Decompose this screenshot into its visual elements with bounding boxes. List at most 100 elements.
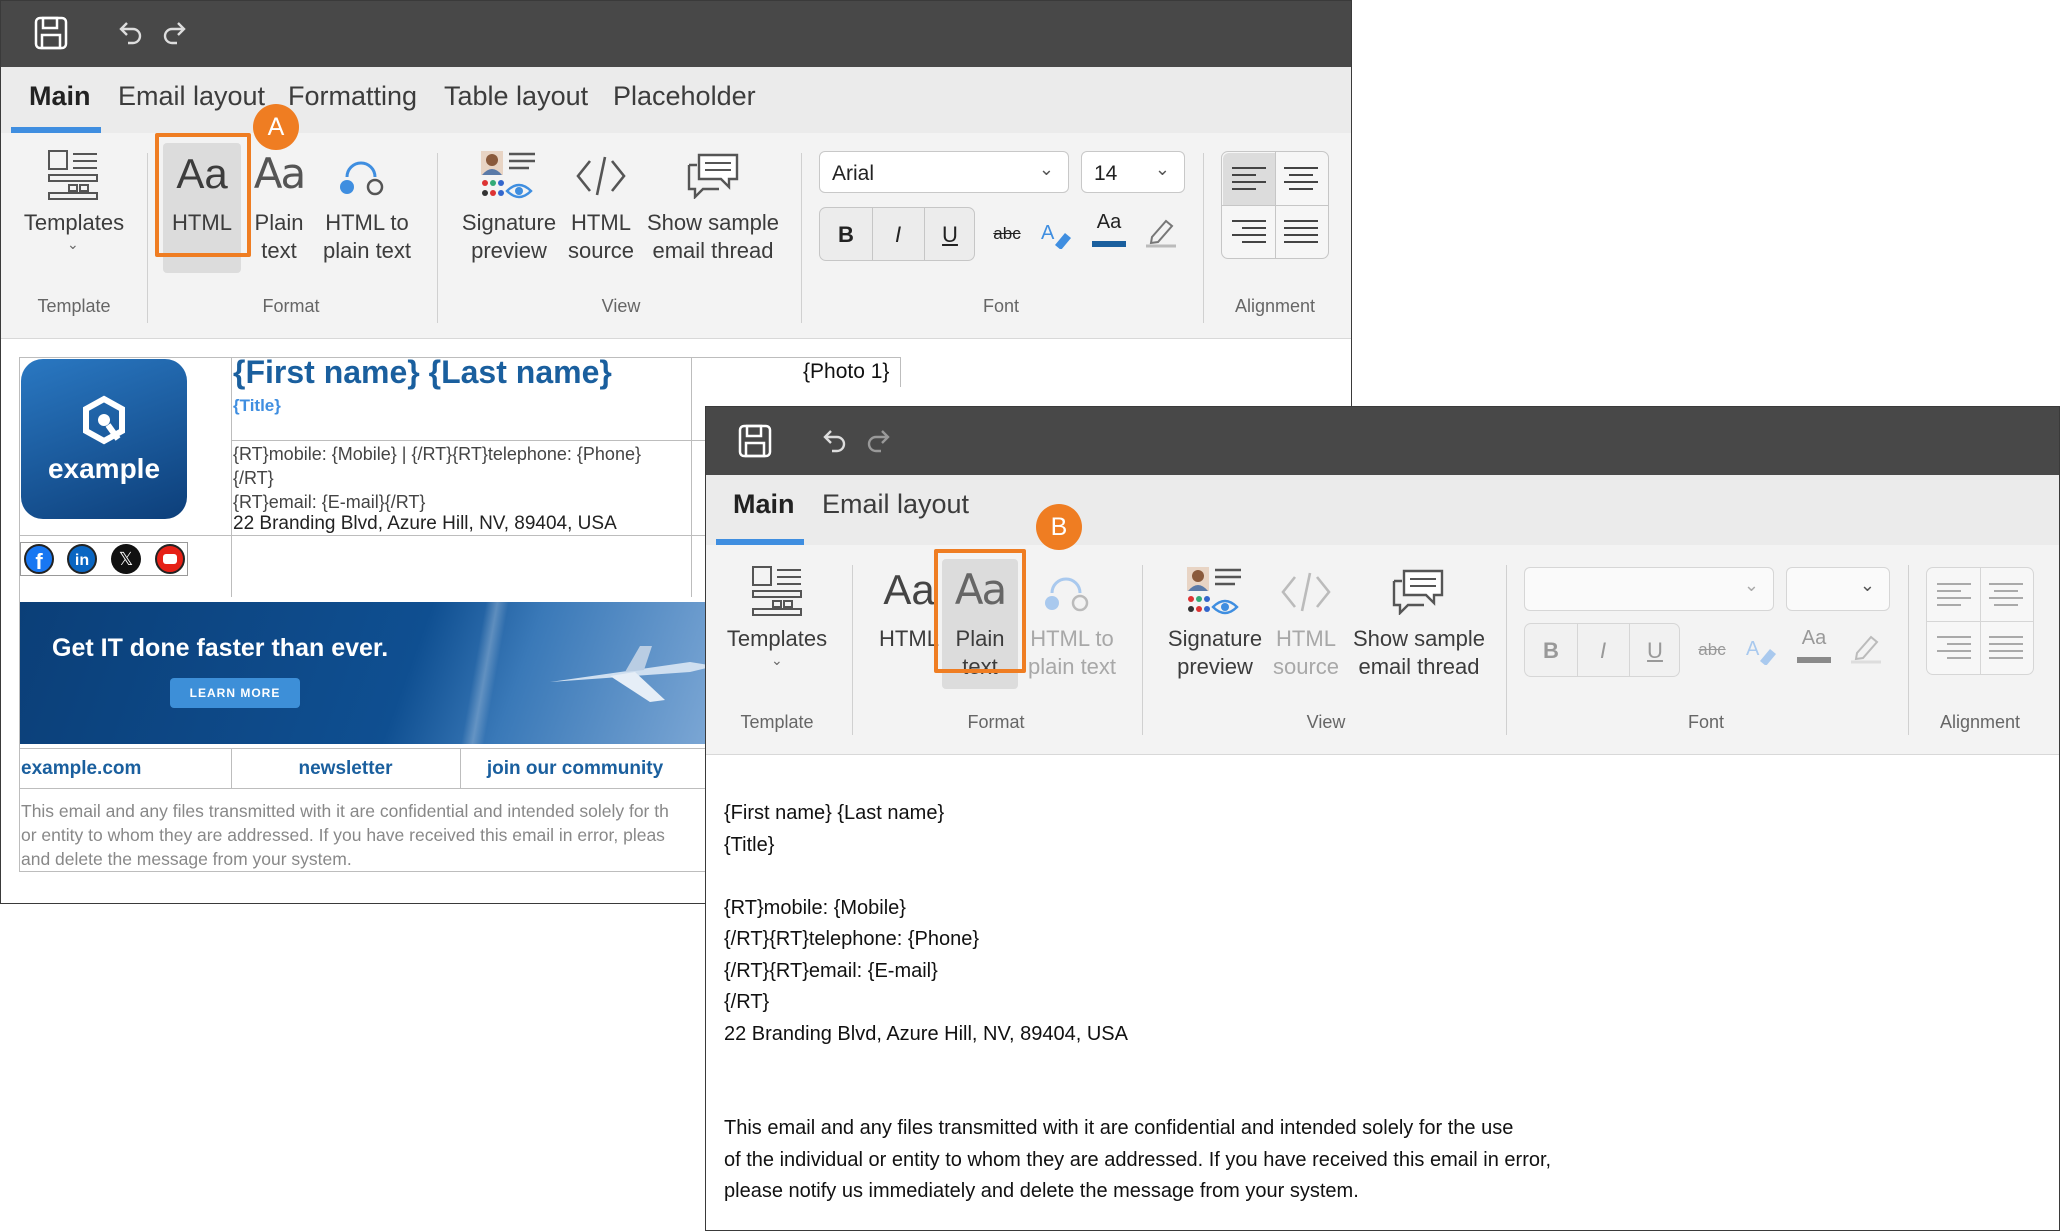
save-icon[interactable] (737, 423, 773, 459)
facebook-icon[interactable]: f (24, 544, 54, 574)
svg-text:A: A (1746, 638, 1760, 660)
tab-table-layout[interactable]: Table layout (444, 67, 588, 133)
sample-thread-label-line2[interactable]: email thread (1351, 653, 1487, 681)
sample-thread-label-line2[interactable]: email thread (646, 237, 780, 265)
plain-line (724, 861, 1551, 893)
undo-icon[interactable] (116, 19, 144, 47)
youtube-icon[interactable] (155, 544, 185, 574)
group-label-font: Font (1687, 712, 1725, 732)
group-label-view: View (1306, 712, 1346, 732)
title-bar (706, 407, 2059, 475)
email-thread-icon[interactable] (685, 151, 741, 199)
callout-badge-a: A (253, 104, 299, 150)
font-family-dropdown[interactable]: Arial ⌄ (819, 151, 1069, 193)
rt-close-line: {/RT} (233, 468, 274, 488)
clear-format-icon: A (1746, 638, 1776, 665)
plain-line: This email and any files transmitted wit… (724, 1117, 1514, 1139)
convert-html-to-plain-icon (1045, 577, 1089, 612)
community-link[interactable]: join our community (460, 758, 690, 780)
sample-thread-label-line1[interactable]: Show sample (646, 209, 780, 237)
font-size-dropdown: ⌄ (1786, 567, 1890, 611)
italic-button[interactable]: I (872, 208, 924, 262)
bold-button: B (1543, 638, 1559, 663)
align-center-icon (1989, 583, 2023, 606)
alignment-grid (1926, 567, 2034, 675)
strikethrough-button[interactable]: abc (987, 207, 1027, 261)
italic-button: I (1599, 638, 1607, 663)
website-link[interactable]: example.com (21, 758, 141, 780)
font-color-swatch (1797, 657, 1831, 663)
tab-main[interactable]: Main (733, 475, 795, 545)
photo-placeholder: {Photo 1} (803, 360, 890, 383)
html-aa-icon[interactable]: Aa (878, 565, 940, 615)
group-label-format: Format (262, 296, 320, 316)
highlight-box-b (934, 549, 1026, 673)
underline-button[interactable]: U (924, 208, 976, 262)
chevron-down-icon: ⌄ (1038, 159, 1054, 179)
font-color-button: Aa (1801, 627, 1827, 649)
logo-text: example (47, 453, 161, 484)
plain-text-label-line1[interactable]: Plain (244, 209, 314, 237)
clear-format-icon[interactable]: A (1039, 219, 1073, 249)
convert-html-to-plain-icon[interactable] (337, 153, 387, 199)
align-right-icon[interactable] (1232, 219, 1266, 245)
group-label-alignment: Alignment (1234, 296, 1316, 316)
chevron-down-icon: ⌄ (67, 236, 79, 252)
plain-line (724, 1082, 1551, 1114)
newsletter-link[interactable]: newsletter (231, 758, 460, 780)
tab-email-layout[interactable]: Email layout (822, 475, 969, 545)
html-format-label[interactable]: HTML (878, 625, 940, 653)
plain-text-editor[interactable]: {First name} {Last name} {Title} {RT}mob… (706, 756, 2059, 1230)
ribbon-tabs: Main Email layout Formatting Table layou… (1, 67, 1351, 133)
banner-headline: Get IT done faster than ever. (52, 634, 389, 662)
signature-preview-label-line2[interactable]: preview (1162, 653, 1268, 681)
font-size-dropdown[interactable]: 14 ⌄ (1081, 151, 1185, 193)
signature-preview-icon[interactable] (479, 149, 537, 203)
group-label-template: Template (740, 712, 814, 732)
ribbon: Templates ⌄ Template Aa HTML Aa Plain te… (706, 545, 2059, 755)
templates-icon[interactable] (751, 565, 803, 617)
templates-label[interactable]: Templates (724, 625, 830, 653)
signature-preview-label-line1[interactable]: Signature (456, 209, 562, 237)
bold-button[interactable]: B (820, 208, 872, 262)
align-left-icon[interactable] (1232, 166, 1266, 192)
signature-preview-icon[interactable] (1185, 565, 1243, 619)
undo-icon[interactable] (820, 427, 848, 455)
align-justify-icon[interactable] (1284, 219, 1318, 245)
plain-text-label-line2[interactable]: text (244, 237, 314, 265)
html-to-plain-label-line1[interactable]: HTML to (317, 209, 417, 237)
font-color-button[interactable]: Aa (1091, 211, 1127, 234)
promo-banner[interactable]: Get IT done faster than ever. LEARN MORE (20, 602, 720, 744)
tab-formatting[interactable]: Formatting (288, 67, 417, 133)
plain-line: {/RT}{RT}email: {E-mail} (724, 959, 938, 982)
plain-line (724, 1050, 1551, 1082)
signature-preview-label-line2[interactable]: preview (456, 237, 562, 265)
highlight-pen-icon[interactable] (1144, 215, 1178, 249)
email-thread-icon[interactable] (1390, 567, 1446, 615)
html-source-label-line2[interactable]: source (561, 237, 641, 265)
plain-text-aa-icon[interactable]: Aa (244, 149, 314, 199)
templates-icon[interactable] (47, 149, 99, 201)
signature-preview-label-line1[interactable]: Signature (1162, 625, 1268, 653)
html-to-plain-label-line2[interactable]: plain text (317, 237, 417, 265)
html-source-label-line1[interactable]: HTML (561, 209, 641, 237)
align-center-icon[interactable] (1284, 166, 1318, 192)
redo-icon[interactable] (161, 19, 189, 47)
tab-email-layout[interactable]: Email layout (118, 67, 265, 133)
grid-line (19, 748, 719, 749)
templates-label[interactable]: Templates (21, 209, 127, 237)
linkedin-icon[interactable]: in (67, 544, 97, 574)
tab-placeholder[interactable]: Placeholder (613, 67, 756, 133)
x-twitter-icon[interactable]: 𝕏 (111, 544, 141, 574)
separator (1506, 565, 1507, 735)
sample-thread-label-line1[interactable]: Show sample (1351, 625, 1487, 653)
code-brackets-icon[interactable] (575, 153, 627, 199)
tab-main[interactable]: Main (29, 67, 91, 133)
highlight-pen-icon (1851, 635, 1881, 664)
redo-icon[interactable] (865, 427, 893, 455)
group-label-font: Font (982, 296, 1020, 316)
learn-more-button[interactable]: LEARN MORE (170, 678, 300, 708)
save-icon[interactable] (33, 15, 69, 51)
airplane-image (550, 646, 715, 702)
chevron-down-icon: ⌄ (1859, 575, 1875, 595)
